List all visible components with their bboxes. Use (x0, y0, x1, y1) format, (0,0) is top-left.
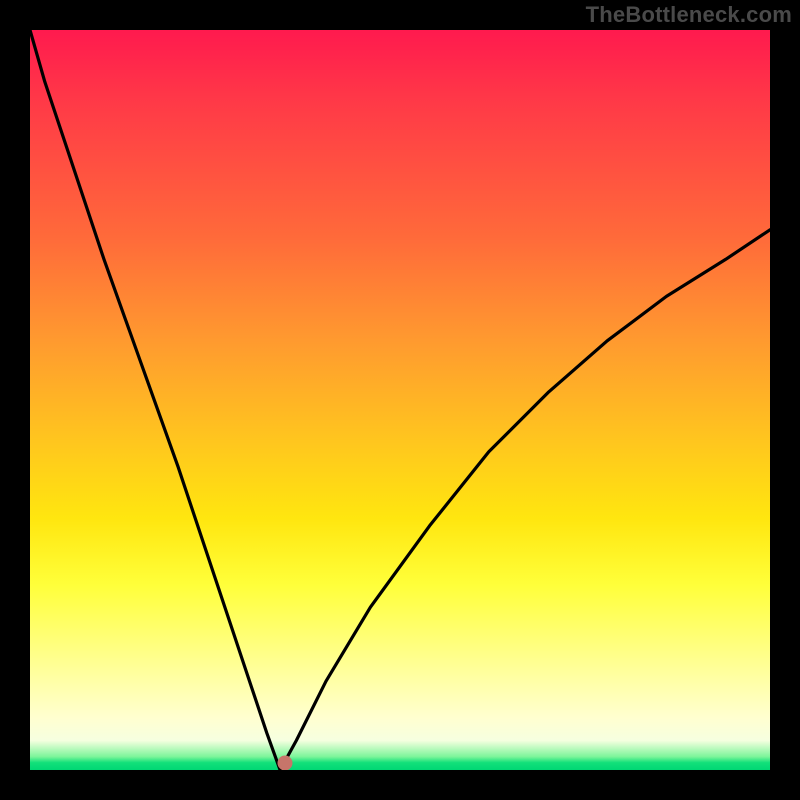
bottleneck-curve (30, 30, 770, 770)
chart-frame: TheBottleneck.com (0, 0, 800, 800)
plot-area (30, 30, 770, 770)
minimum-marker (278, 756, 293, 770)
watermark-text: TheBottleneck.com (586, 2, 792, 28)
